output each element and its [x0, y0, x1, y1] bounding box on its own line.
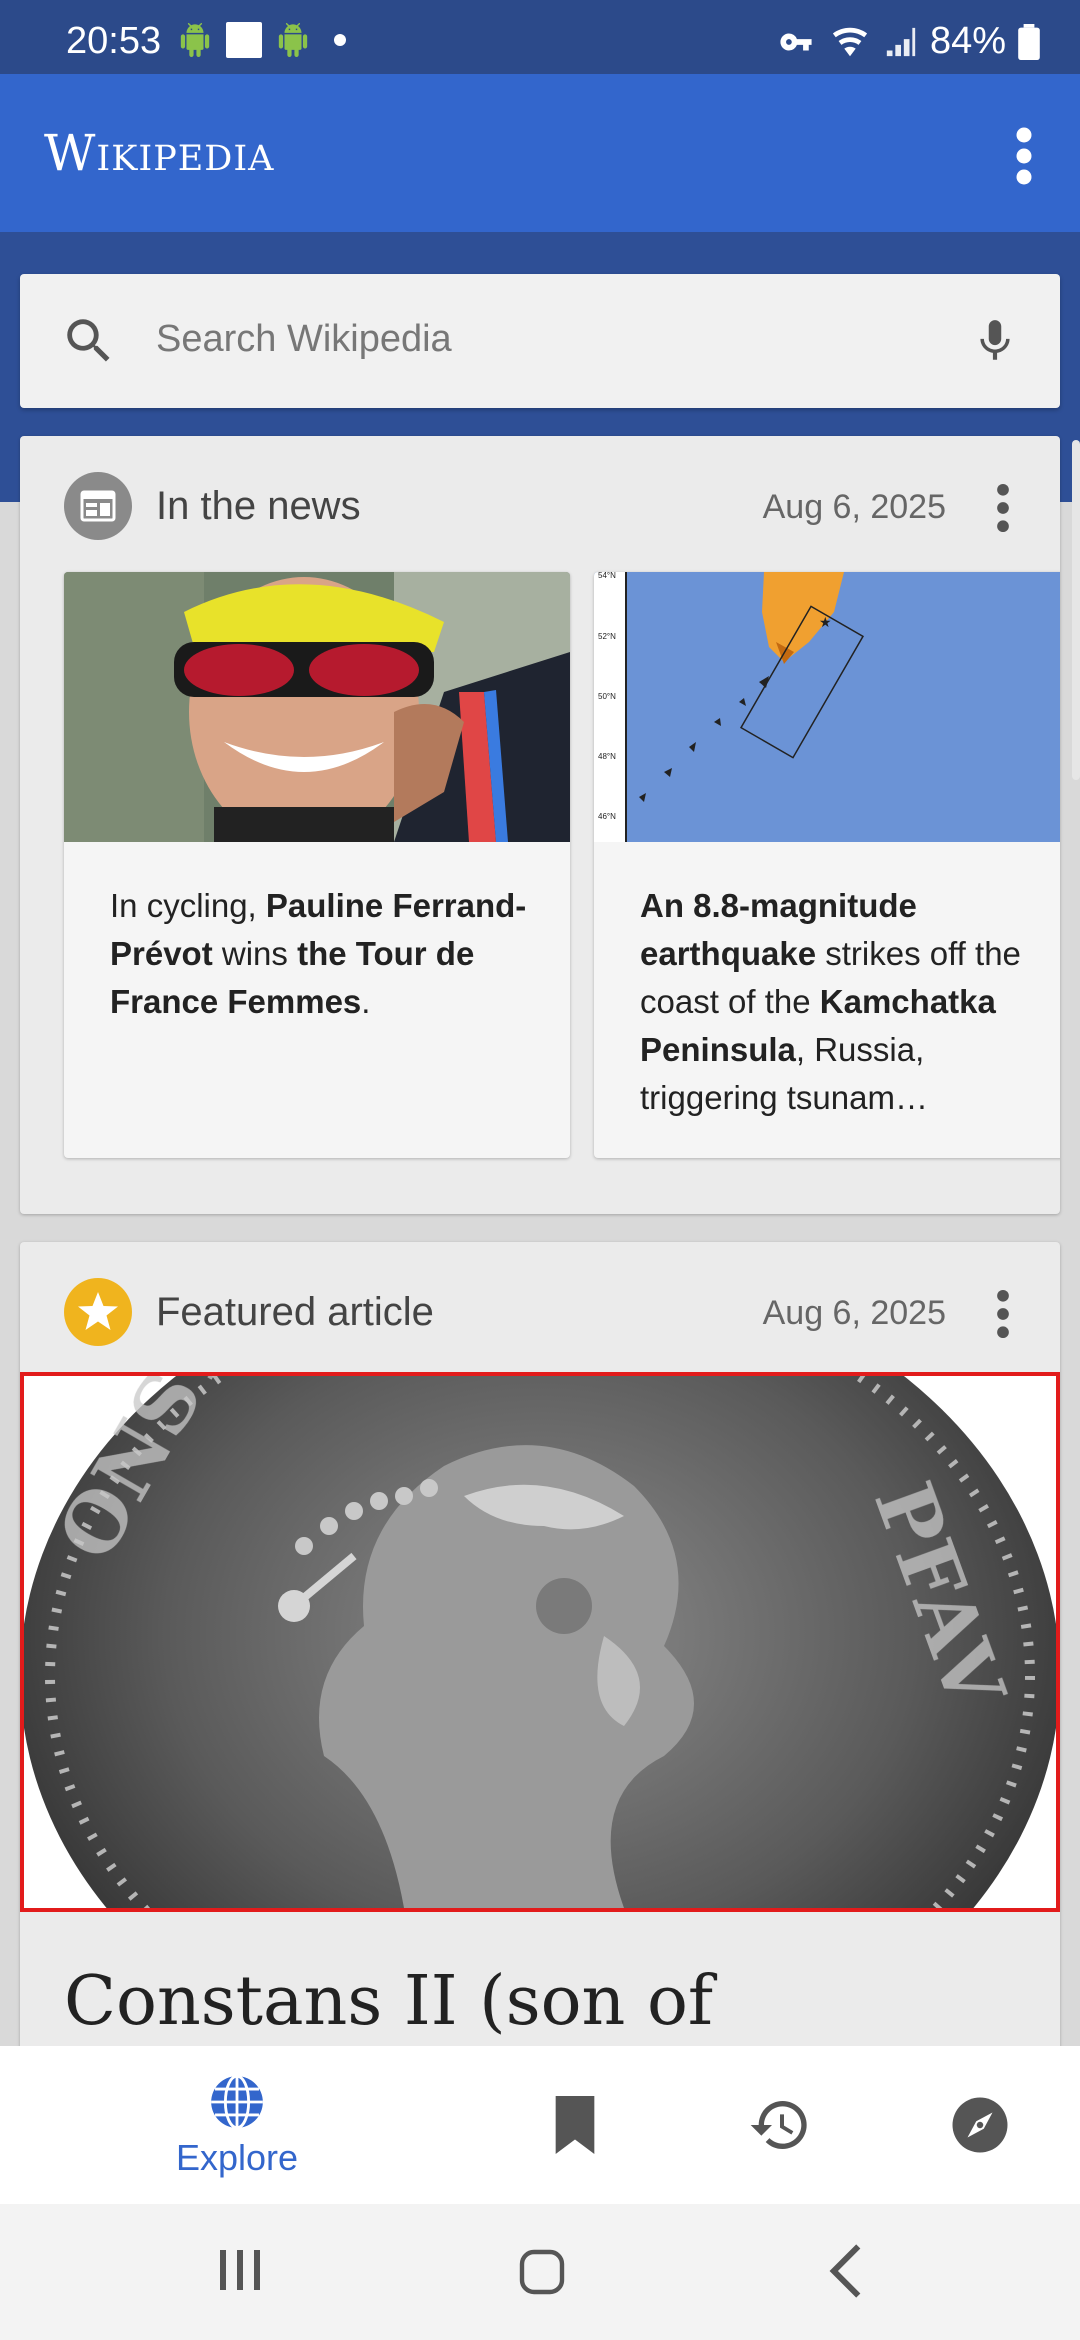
system-navigation-bar — [0, 2204, 1080, 2340]
wifi-icon — [832, 27, 868, 56]
featured-article-card[interactable]: Featured article Aug 6, 2025 ONSTA PFAV … — [20, 1242, 1060, 2052]
app-bar: Wikipedia — [0, 74, 1080, 232]
status-bar: 20:53 84% — [0, 0, 1080, 74]
notification-icons — [178, 22, 346, 58]
search-icon — [67, 319, 110, 362]
card-title: Featured article — [156, 1290, 434, 1334]
history-icon — [750, 2101, 807, 2149]
nav-history[interactable] — [730, 2046, 830, 2204]
featured-article-title[interactable]: Constans II (son of — [64, 1962, 713, 2041]
star-icon — [64, 1278, 132, 1346]
android-icon — [278, 23, 308, 57]
news-item[interactable]: In cycling, Pauline Ferrand-Prévot wins … — [64, 572, 570, 1158]
home-icon[interactable] — [518, 2248, 566, 2296]
bottom-navigation: Explore — [0, 2046, 1080, 2204]
more-vert-icon[interactable] — [992, 1288, 1014, 1340]
dot-icon — [334, 34, 346, 46]
kamchatka-map: ★ 54°N 52°N 50°N 48°N 46°N — [594, 572, 1060, 842]
bookmark-icon — [555, 2096, 595, 2154]
in-the-news-card: In the news Aug 6, 2025 In cycling, Paul… — [20, 436, 1060, 1214]
map-label: 48°N — [598, 752, 616, 761]
recent-apps-icon[interactable] — [218, 2248, 262, 2292]
mic-icon[interactable] — [970, 310, 1020, 372]
map-label: 46°N — [598, 812, 616, 821]
search-input[interactable]: Search Wikipedia — [156, 318, 452, 361]
map-label: 54°N — [598, 572, 616, 580]
system-status-icons: 84% — [776, 20, 1040, 63]
nav-nearby[interactable] — [930, 2046, 1030, 2204]
wikipedia-logo[interactable]: Wikipedia — [44, 124, 274, 182]
search-bar[interactable]: Search Wikipedia — [20, 274, 1060, 408]
news-text-part: wins — [212, 935, 298, 972]
compass-icon — [952, 2097, 1008, 2153]
map-label: 52°N — [598, 632, 616, 641]
featured-article-image[interactable]: ONSTA PFAV — [20, 1372, 1060, 1912]
map-label: 50°N — [598, 692, 616, 701]
back-icon[interactable] — [826, 2244, 866, 2298]
news-calendar-icon — [64, 472, 132, 540]
card-date: Aug 6, 2025 — [762, 488, 946, 526]
nav-explore[interactable]: Explore — [150, 2046, 324, 2204]
nav-saved[interactable] — [530, 2046, 620, 2204]
card-date: Aug 6, 2025 — [762, 1294, 946, 1332]
square-notification-icon — [226, 22, 262, 58]
android-icon — [180, 23, 210, 57]
battery-level: 84% — [929, 20, 1006, 62]
silver-coin-photo: ONSTA PFAV — [24, 1376, 1056, 1908]
news-text-part: In cycling, — [110, 887, 266, 924]
signal-icon — [886, 27, 916, 56]
cyclist-photo — [64, 572, 570, 842]
card-title: In the news — [156, 484, 361, 528]
nav-explore-label: Explore — [175, 2137, 299, 2178]
more-vert-icon[interactable] — [992, 482, 1014, 534]
more-vert-icon[interactable] — [1006, 126, 1042, 186]
scroll-indicator[interactable] — [1072, 440, 1080, 780]
vpn-key-icon — [780, 33, 812, 50]
globe-icon — [211, 2074, 263, 2130]
battery-icon — [1018, 23, 1040, 60]
news-item-text: In cycling, Pauline Ferrand-Prévot wins … — [110, 882, 546, 1026]
news-item-text: An 8.8-magnitude earthquake strikes off … — [640, 882, 1060, 1122]
news-text-part: . — [361, 983, 371, 1020]
news-item[interactable]: ★ 54°N 52°N 50°N 48°N 46°N An 8.8-magnit… — [594, 572, 1060, 1158]
svg-text:★: ★ — [819, 614, 832, 630]
status-time: 20:53 — [66, 20, 162, 62]
